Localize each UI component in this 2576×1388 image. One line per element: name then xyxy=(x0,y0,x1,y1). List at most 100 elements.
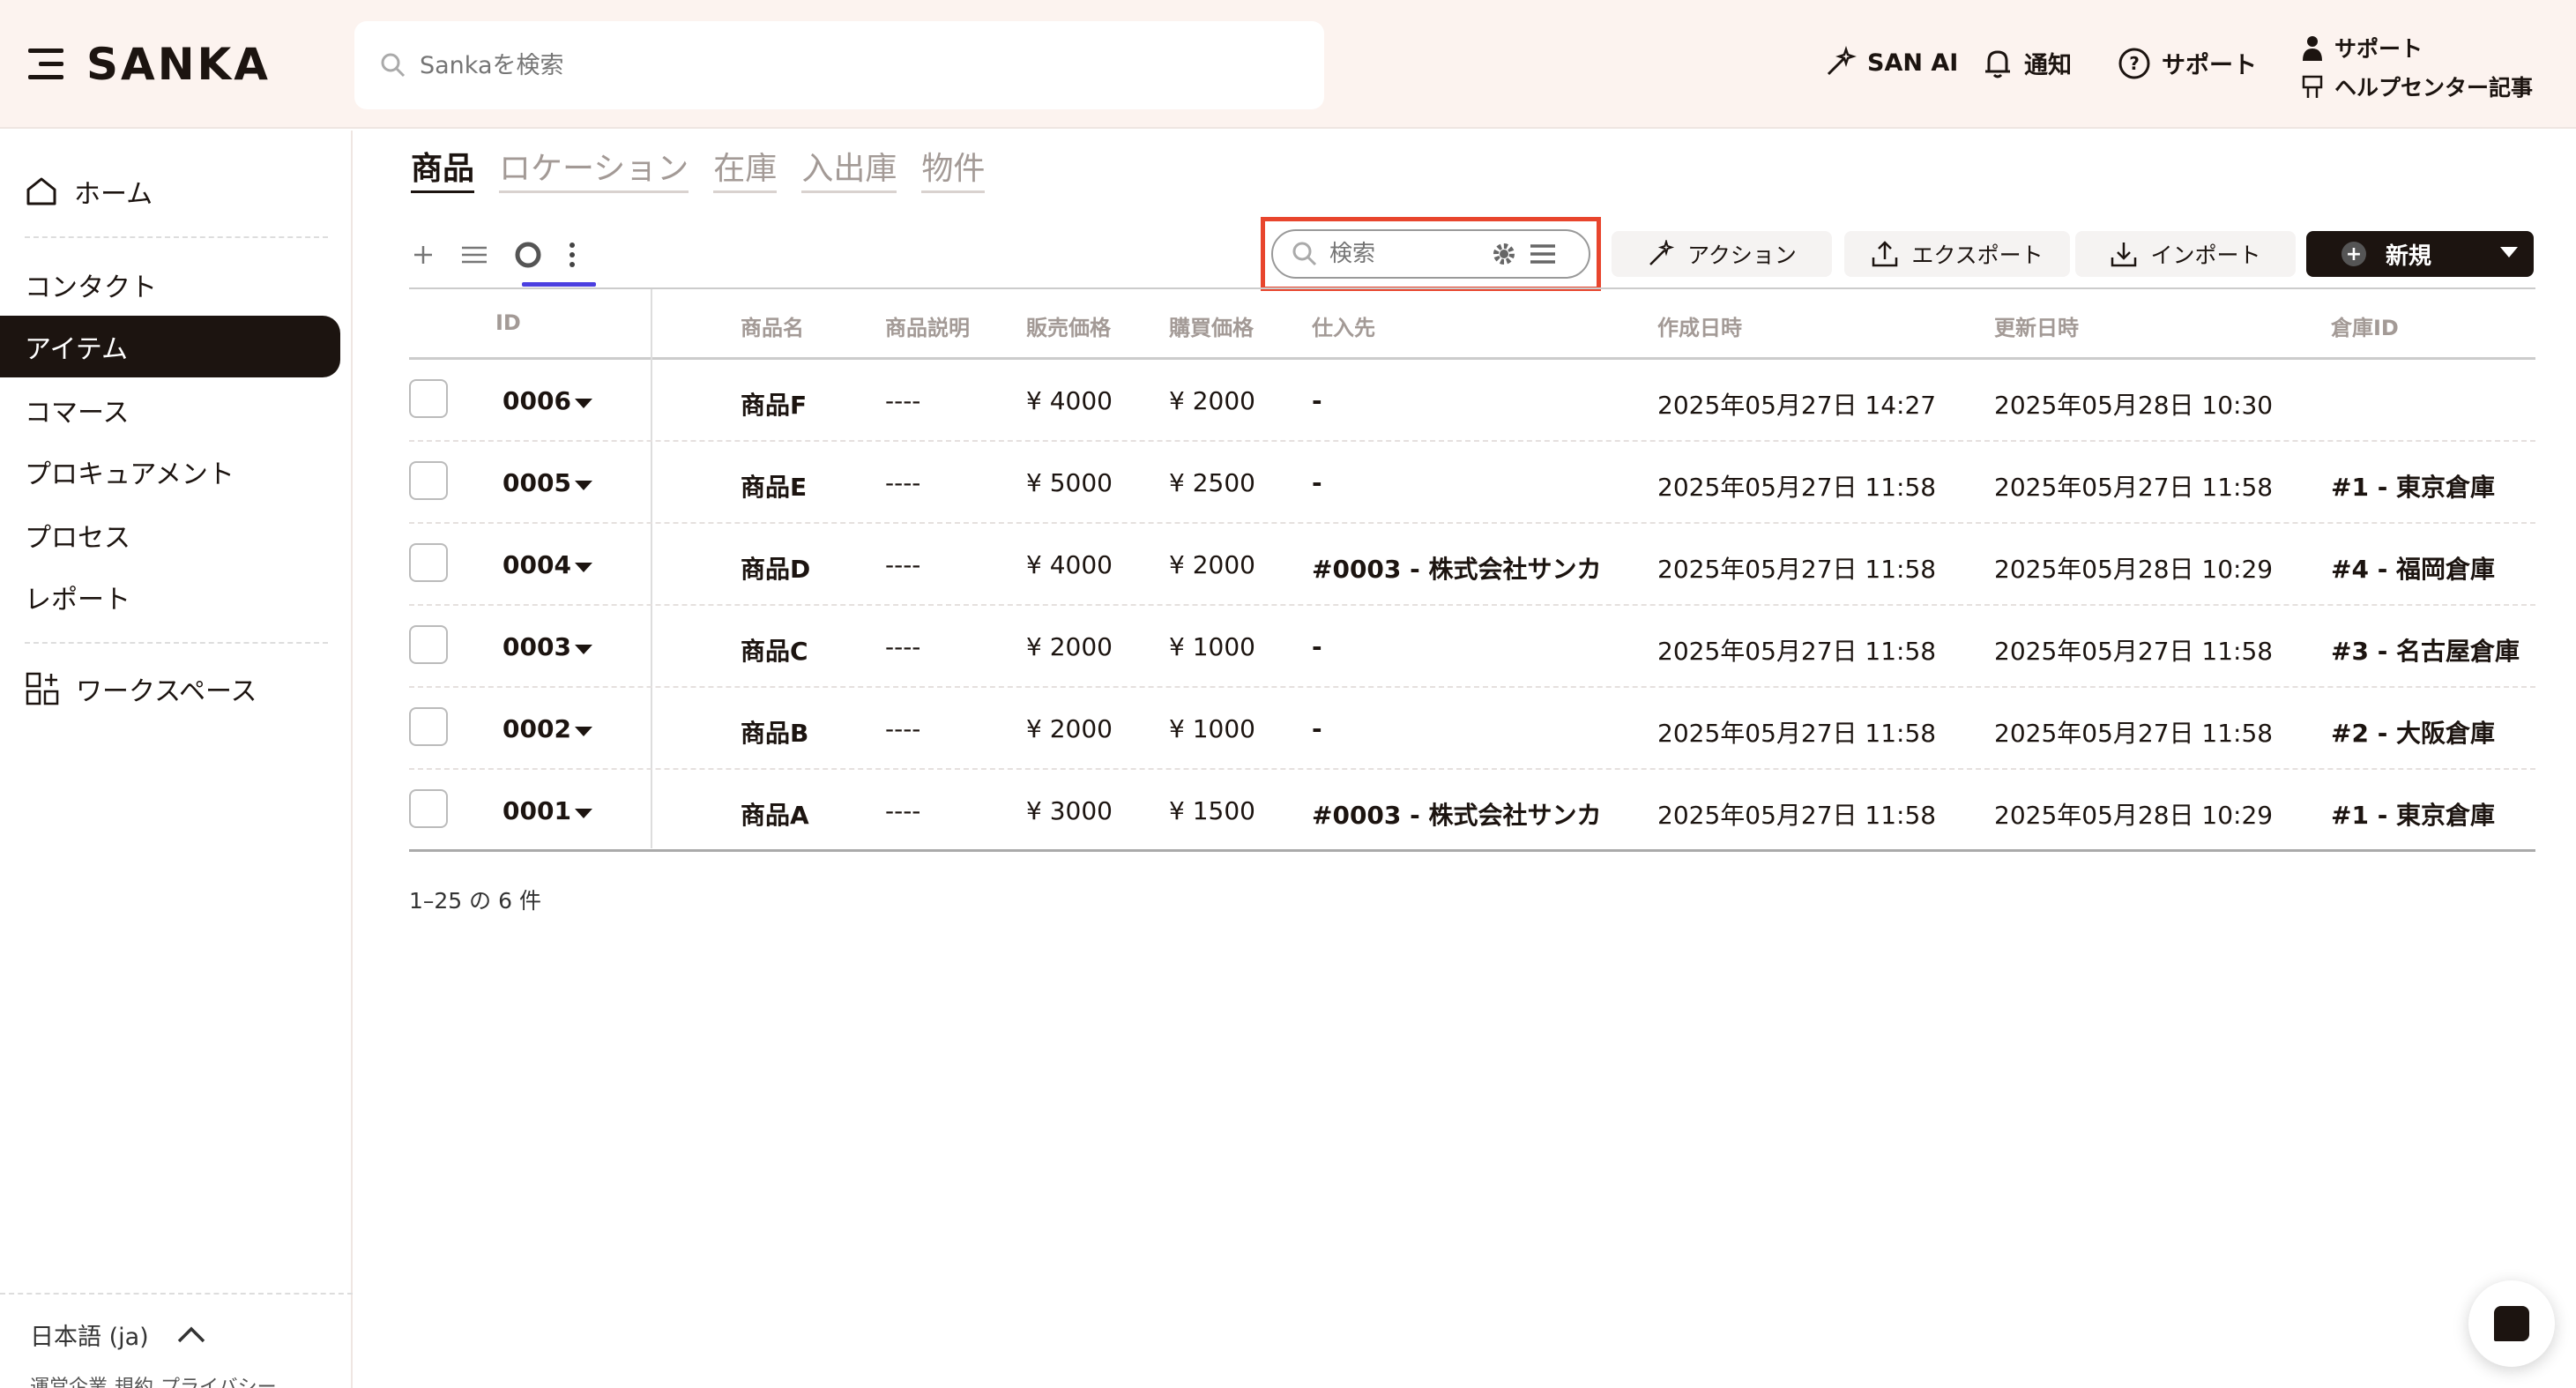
sidebar-item-procurement[interactable]: プロキュアメント xyxy=(0,441,340,503)
row-checkbox[interactable] xyxy=(409,543,448,582)
cell-id[interactable]: 0004 xyxy=(503,550,571,579)
magic-wand-icon xyxy=(1649,240,1675,265)
column-header-id[interactable]: ID xyxy=(495,310,521,335)
export-button[interactable]: エクスポート xyxy=(1844,231,2070,277)
cell-updated: 2025年05月27日 11:58 xyxy=(1994,637,2274,666)
row-checkbox[interactable] xyxy=(409,625,448,664)
column-header-created[interactable]: 作成日時 xyxy=(1657,310,1742,341)
cell-warehouse: #3 - 名古屋倉庫 xyxy=(2331,637,2520,666)
more-vertical-icon[interactable] xyxy=(568,242,577,268)
footer-link-company[interactable]: 運営企業 xyxy=(30,1371,108,1388)
cell-id[interactable]: 0003 xyxy=(503,632,571,661)
row-checkbox[interactable] xyxy=(409,461,448,500)
support-link[interactable]: サポート xyxy=(2301,28,2533,67)
help-center-icon xyxy=(2302,75,2323,98)
table-row[interactable]: 0001 商品A ---- ¥ 3000 ¥ 1500 #0003 - 株式会社サンカ 20… xyxy=(409,770,2535,852)
global-search[interactable] xyxy=(354,21,1324,109)
sidebar-item-label: ホーム xyxy=(74,179,153,210)
sidebar-item-reports[interactable]: レポート xyxy=(0,566,340,628)
san-ai-button[interactable]: SAN AI xyxy=(1823,46,1958,79)
notifications-button[interactable]: 通知 xyxy=(1982,46,2072,80)
row-checkbox[interactable] xyxy=(409,379,448,418)
cell-sell-price: ¥ 4000 xyxy=(1026,550,1113,579)
language-label: 日本語 (ja) xyxy=(30,1324,149,1351)
circle-view-icon[interactable] xyxy=(513,240,543,270)
sidebar-item-commerce[interactable]: コマース xyxy=(0,379,340,441)
action-button[interactable]: アクション xyxy=(1612,231,1832,277)
table-row[interactable]: 0005 商品E ---- ¥ 5000 ¥ 2500 - 2025年05月27日 11:5… xyxy=(409,442,2535,524)
top-header: SANKA SAN AI 通知 ? サポート サポート ヘルプセンター記事 xyxy=(0,0,2576,129)
cell-buy-price: ¥ 2000 xyxy=(1169,550,1255,579)
new-record-button[interactable]: + 新規 xyxy=(2306,231,2534,277)
column-header-description[interactable]: 商品説明 xyxy=(885,310,970,341)
column-header-updated[interactable]: 更新日時 xyxy=(1994,310,2079,341)
caret-down-icon[interactable] xyxy=(2500,247,2518,257)
tab-properties[interactable]: 物件 xyxy=(921,143,986,193)
brand-name: SANKA xyxy=(86,39,271,90)
cell-warehouse: #1 - 東京倉庫 xyxy=(2331,473,2496,502)
column-header-supplier[interactable]: 仕入先 xyxy=(1312,310,1375,341)
menu-icon[interactable] xyxy=(28,45,67,84)
cell-warehouse: #2 - 大阪倉庫 xyxy=(2331,719,2496,748)
cell-description: ---- xyxy=(885,714,921,743)
chat-button[interactable] xyxy=(2468,1280,2555,1367)
cell-name: 商品D xyxy=(741,555,811,584)
import-button[interactable]: インポート xyxy=(2075,231,2296,277)
cell-id[interactable]: 0001 xyxy=(503,796,571,825)
row-dropdown-caret-icon[interactable] xyxy=(575,809,592,818)
download-icon xyxy=(2111,243,2137,267)
row-dropdown-caret-icon[interactable] xyxy=(575,563,592,572)
language-selector[interactable]: 日本語 (ja) xyxy=(30,1317,323,1352)
sidebar-item-items[interactable]: アイテム xyxy=(0,316,340,377)
cell-warehouse: #4 - 福岡倉庫 xyxy=(2331,555,2496,584)
footer-link-terms[interactable]: 規約 xyxy=(115,1371,153,1388)
footer-link-privacy[interactable]: プライバシー xyxy=(160,1371,277,1388)
row-dropdown-caret-icon[interactable] xyxy=(575,727,592,736)
sidebar-item-home[interactable]: ホーム xyxy=(0,160,340,222)
new-label: 新規 xyxy=(2386,243,2432,270)
sidebar-item-workspace[interactable]: ワークスペース xyxy=(0,658,340,720)
svg-text:?: ? xyxy=(2129,53,2140,74)
list-view-icon[interactable] xyxy=(460,243,488,267)
row-dropdown-caret-icon[interactable] xyxy=(575,645,592,654)
column-header-warehouse[interactable]: 倉庫ID xyxy=(2331,310,2399,341)
plus-icon[interactable] xyxy=(411,243,436,267)
cell-buy-price: ¥ 2500 xyxy=(1169,468,1255,497)
row-dropdown-caret-icon[interactable] xyxy=(575,481,592,490)
notifications-label: 通知 xyxy=(2024,52,2072,79)
sidebar-item-process[interactable]: プロセス xyxy=(0,504,340,566)
row-checkbox[interactable] xyxy=(409,707,448,746)
cell-id[interactable]: 0006 xyxy=(503,386,571,415)
tab-products[interactable]: 商品 xyxy=(411,143,475,193)
sidebar-item-label: コンタクト xyxy=(25,272,157,303)
sidebar-item-label: レポート xyxy=(25,585,130,616)
column-header-name[interactable]: 商品名 xyxy=(741,310,804,341)
sidebar-item-contacts[interactable]: コンタクト xyxy=(0,254,340,316)
column-header-sell-price[interactable]: 販売価格 xyxy=(1026,310,1111,341)
table-row[interactable]: 0006 商品F ---- ¥ 4000 ¥ 2000 - 2025年05月27日 14:2… xyxy=(409,360,2535,442)
table-row[interactable]: 0002 商品B ---- ¥ 2000 ¥ 1000 - 2025年05月27日 11:5… xyxy=(409,688,2535,770)
cell-buy-price: ¥ 1000 xyxy=(1169,714,1255,743)
help-center-link[interactable]: ヘルプセンター記事 xyxy=(2301,67,2533,106)
cell-created: 2025年05月27日 11:58 xyxy=(1657,801,1937,830)
cell-name: 商品B xyxy=(741,719,809,748)
tab-transactions[interactable]: 入出庫 xyxy=(801,143,897,193)
table-row[interactable]: 0004 商品D ---- ¥ 4000 ¥ 2000 #0003 - 株式会社サンカ 20… xyxy=(409,524,2535,606)
global-search-input[interactable] xyxy=(420,51,1213,79)
help-center-label: ヘルプセンター記事 xyxy=(2334,75,2534,101)
column-header-buy-price[interactable]: 購買価格 xyxy=(1169,310,1254,341)
row-dropdown-caret-icon[interactable] xyxy=(575,399,592,408)
row-checkbox[interactable] xyxy=(409,789,448,828)
cell-id[interactable]: 0002 xyxy=(503,714,571,743)
cell-supplier: #0003 - 株式会社サンカ xyxy=(1312,801,1602,830)
tab-inventory[interactable]: 在庫 xyxy=(713,143,778,193)
logo[interactable]: SANKA xyxy=(28,39,271,90)
cell-id[interactable]: 0005 xyxy=(503,468,571,497)
table-row[interactable]: 0003 商品C ---- ¥ 2000 ¥ 1000 - 2025年05月27日 11:5… xyxy=(409,606,2535,688)
search-highlight-box xyxy=(1261,217,1601,291)
workspace-grid-icon xyxy=(26,672,59,705)
support-button[interactable]: ? サポート xyxy=(2118,46,2257,80)
cell-sell-price: ¥ 2000 xyxy=(1026,714,1113,743)
tab-locations[interactable]: ロケーション xyxy=(499,143,689,193)
cell-supplier: - xyxy=(1312,468,1322,497)
